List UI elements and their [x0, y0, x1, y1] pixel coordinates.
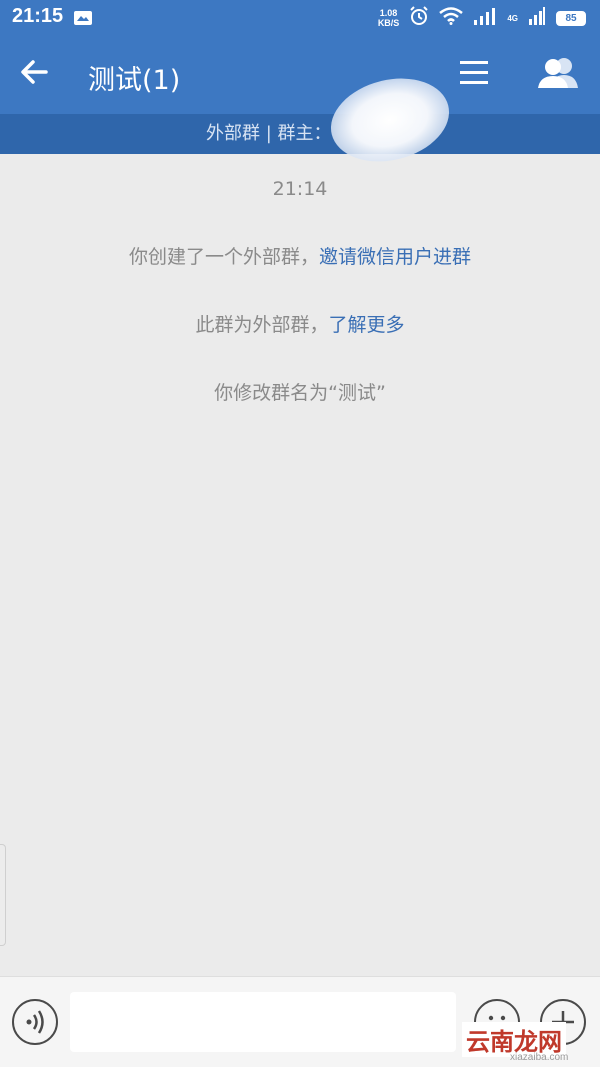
group-members-button[interactable] [536, 56, 584, 96]
status-time: 21:15 [12, 5, 64, 27]
menu-icon [460, 61, 488, 84]
alarm-icon [409, 6, 429, 30]
voice-icon [26, 1010, 44, 1034]
system-message: 你修改群名为“测试” [0, 378, 600, 405]
back-arrow-icon [21, 60, 48, 84]
menu-button[interactable] [458, 58, 498, 94]
signal-icon-2 [528, 7, 546, 29]
signal-icon [473, 7, 497, 29]
system-message: 此群为外部群，了解更多 [0, 310, 600, 337]
system-message-text: 你修改群名为“测试” [214, 382, 386, 404]
group-info-bar: 外部群 | 群主： [0, 66, 600, 174]
message-timestamp: 21:14 [272, 178, 328, 200]
system-message-text: 你创建了一个外部群， [128, 246, 319, 268]
system-message-text: 此群为外部群， [195, 314, 329, 336]
group-members-icon [538, 58, 578, 88]
group-info-text: 外部群 | 群主： [206, 123, 332, 144]
wifi-icon [439, 7, 464, 29]
status-bar: 21:15 1.08 KB/S 4G 85 [0, 0, 600, 36]
battery-indicator: 85 [556, 10, 586, 26]
system-message: 你创建了一个外部群，邀请微信用户进群 [0, 242, 600, 269]
back-button[interactable] [18, 56, 62, 96]
status-indicators: 1.08 KB/S 4G 85 [378, 6, 586, 30]
notification-icon [74, 10, 92, 29]
edge-pull-handle[interactable] [0, 844, 6, 946]
chat-title: 测试(1) [88, 65, 181, 96]
net-speed-value: 1.08 [379, 8, 398, 18]
learn-more-link[interactable]: 了解更多 [329, 314, 405, 336]
watermark-url: xiazaiba.com [510, 1052, 569, 1063]
title-bar: 测试(1) [0, 36, 600, 114]
chat-area: 21:14 你创建了一个外部群，邀请微信用户进群 此群为外部群，了解更多 你修改… [0, 154, 600, 976]
message-input[interactable] [70, 992, 456, 1052]
network-type: 4G [507, 13, 518, 23]
invite-wechat-users-link[interactable]: 邀请微信用户进群 [319, 246, 471, 268]
net-speed: 1.08 KB/S [378, 8, 400, 28]
net-speed-unit: KB/S [377, 18, 400, 28]
voice-input-button[interactable] [12, 999, 58, 1045]
